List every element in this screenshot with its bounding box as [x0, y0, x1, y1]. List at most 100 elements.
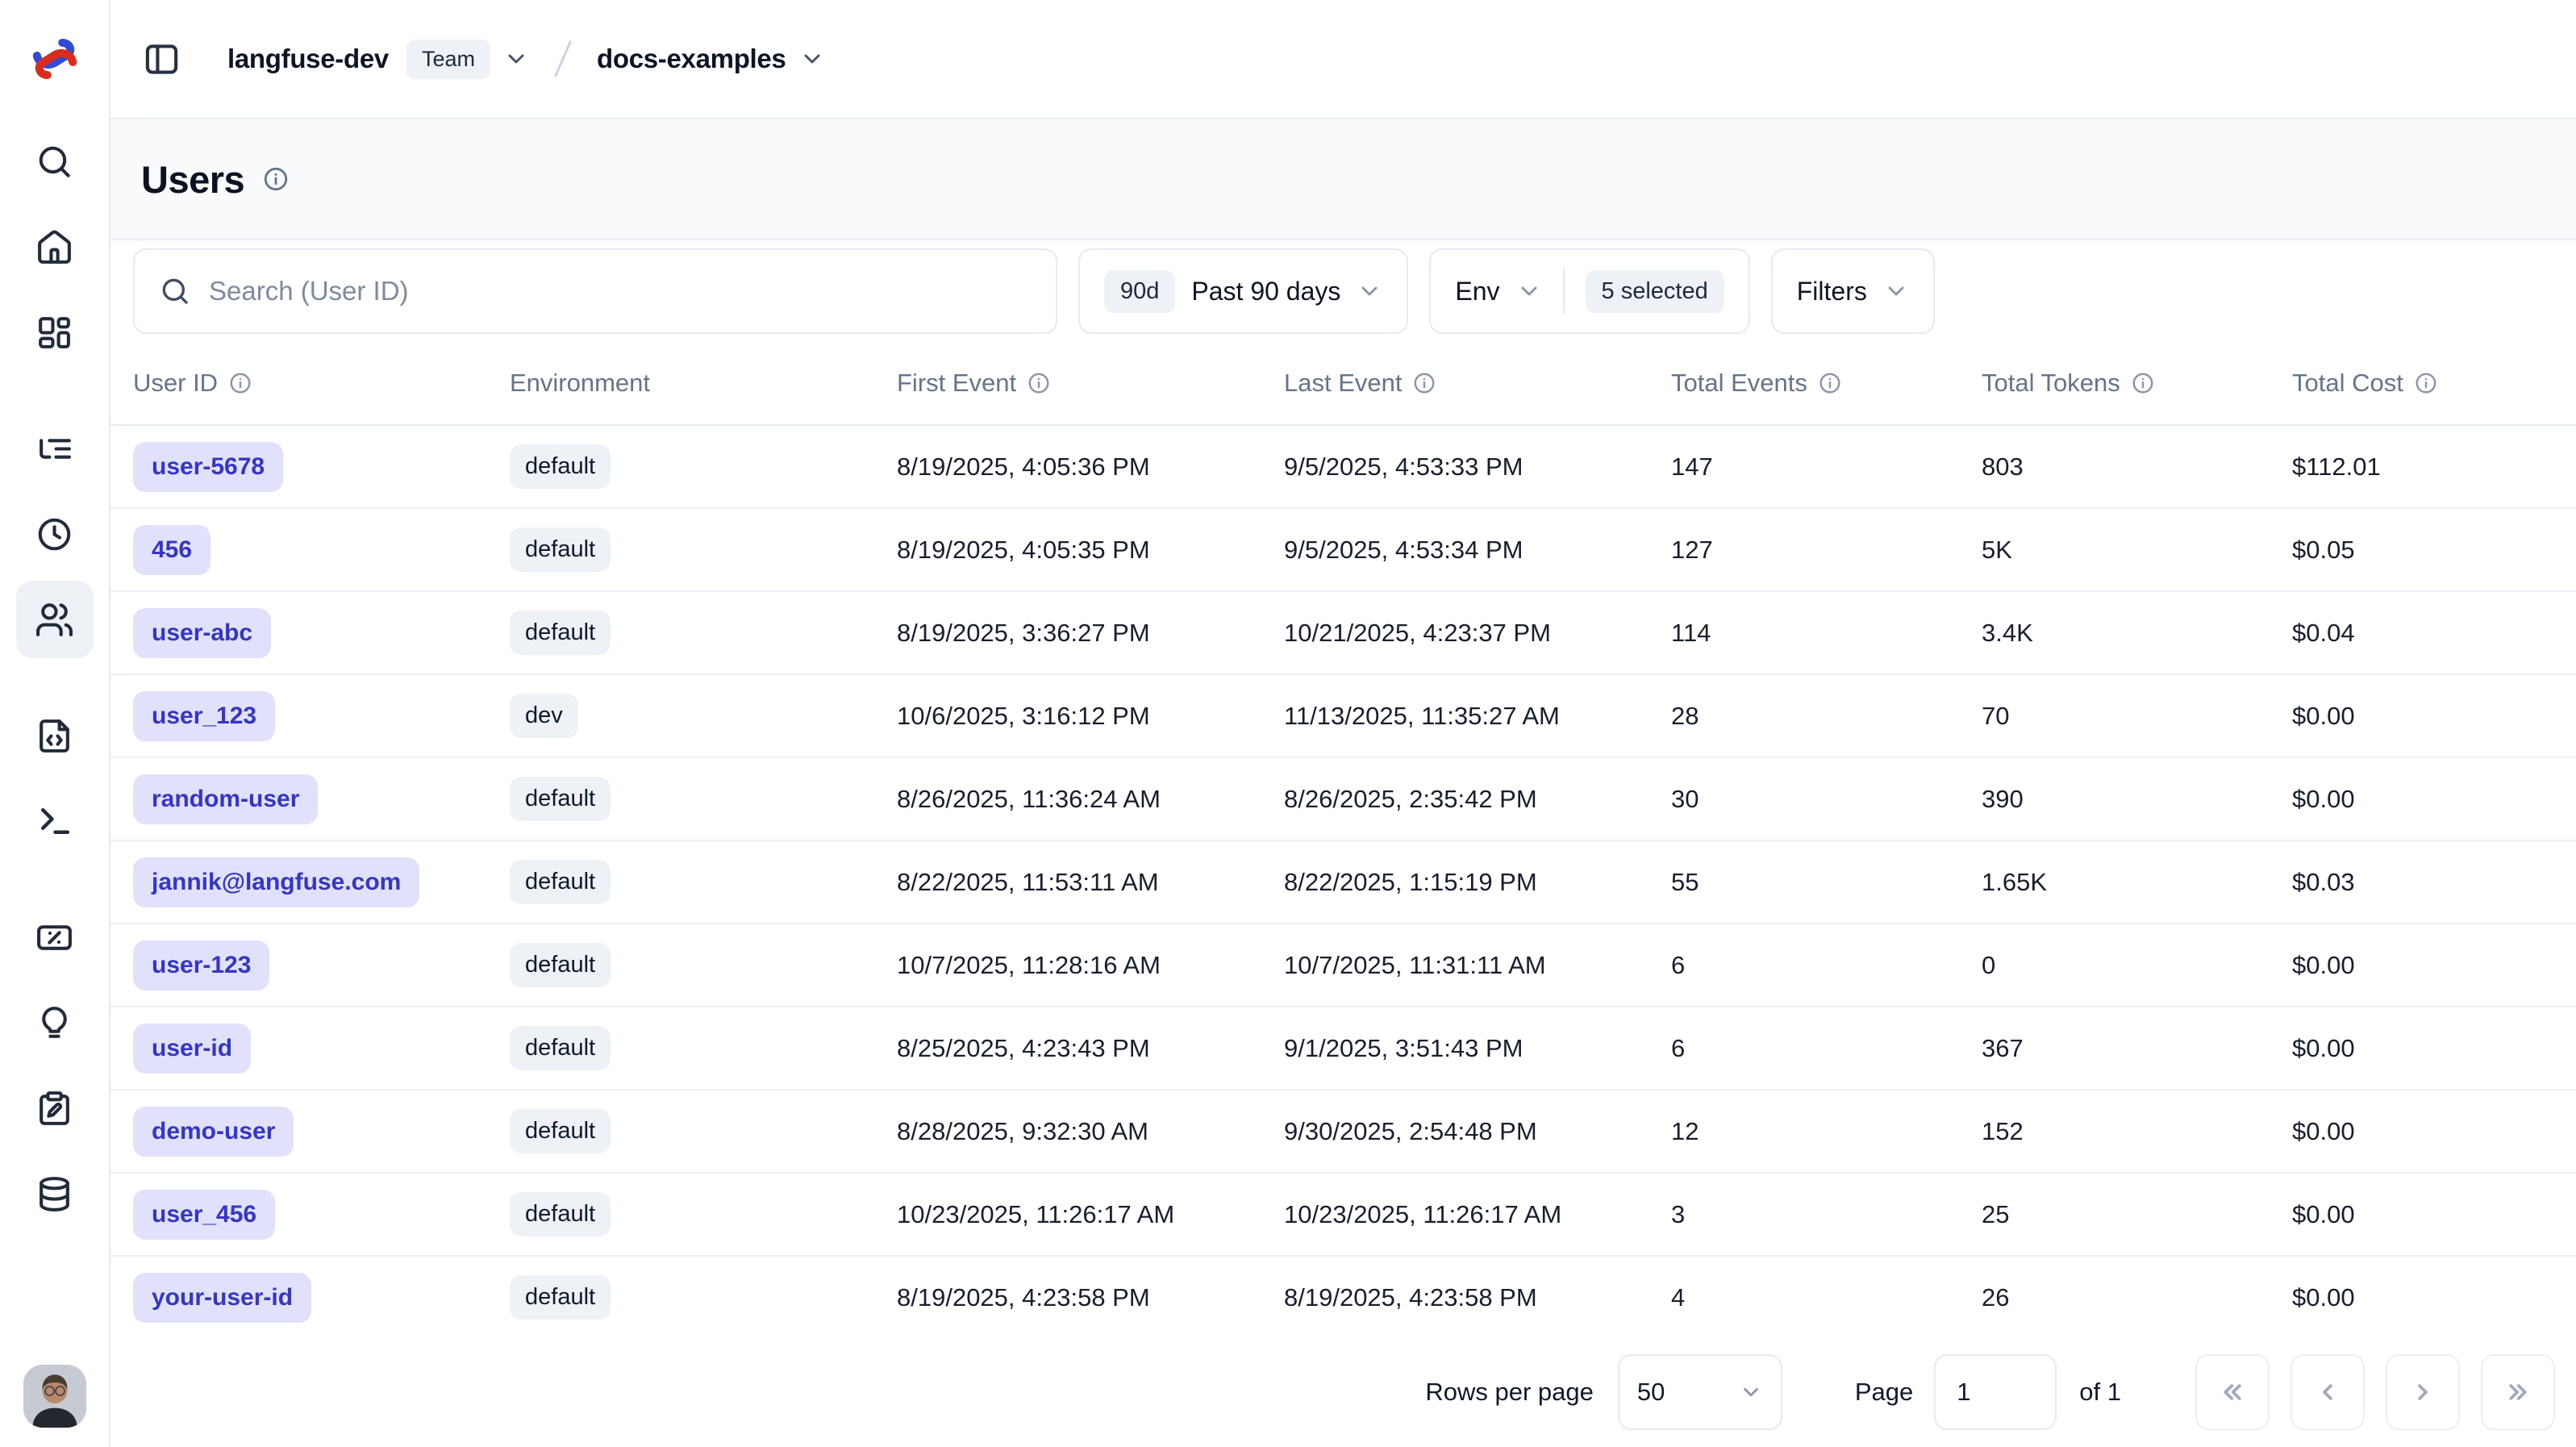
total-events-cell: 114 — [1671, 619, 1982, 648]
sidebar-item-sessions[interactable] — [16, 495, 94, 573]
column-header[interactable]: Total Tokens — [1982, 369, 2292, 398]
sidebar-toggle-button[interactable] — [143, 40, 181, 78]
table-header-row: User ID Environment First Event Last Eve… — [110, 342, 2576, 426]
first-event-cell: 8/19/2025, 3:36:27 PM — [897, 619, 1284, 648]
table-row[interactable]: random-user default 8/26/2025, 11:36:24 … — [110, 758, 2576, 841]
breadcrumb-project-name[interactable]: docs-examples — [597, 44, 786, 74]
first-event-cell: 10/6/2025, 3:16:12 PM — [897, 702, 1284, 731]
environment-badge: default — [510, 860, 611, 904]
user-id-badge[interactable]: user-5678 — [133, 442, 283, 492]
total-events-cell: 55 — [1671, 868, 1982, 897]
table-row[interactable]: user_123 dev 10/6/2025, 3:16:12 PM 11/13… — [110, 675, 2576, 758]
next-page-button[interactable] — [2386, 1354, 2460, 1430]
total-events-cell: 12 — [1671, 1117, 1982, 1146]
user-id-badge[interactable]: your-user-id — [133, 1273, 311, 1323]
sidebar-item-users[interactable] — [16, 581, 94, 658]
sidebar-item-scores[interactable] — [16, 899, 94, 976]
project-switcher-button[interactable] — [799, 46, 825, 72]
total-cost-cell: $0.00 — [2292, 785, 2576, 814]
sidebar-item-playground[interactable] — [16, 782, 94, 860]
terminal-icon — [35, 802, 74, 841]
user-id-badge[interactable]: 456 — [133, 525, 210, 575]
page-title: Users — [141, 157, 244, 202]
env-filter-button[interactable]: Env 5 selected — [1429, 248, 1749, 334]
table-row[interactable]: user_456 default 10/23/2025, 11:26:17 AM… — [110, 1174, 2576, 1257]
total-events-cell: 28 — [1671, 702, 1982, 731]
user-id-cell: demo-user — [133, 1107, 510, 1157]
table-row[interactable]: user-id default 8/25/2025, 4:23:43 PM 9/… — [110, 1007, 2576, 1090]
total-tokens-cell: 5K — [1982, 536, 2292, 565]
user-id-badge[interactable]: jannik@langfuse.com — [133, 857, 419, 907]
last-page-button[interactable] — [2481, 1354, 2555, 1430]
user-avatar[interactable] — [23, 1365, 86, 1428]
first-event-cell: 8/25/2025, 4:23:43 PM — [897, 1034, 1284, 1063]
table-row[interactable]: jannik@langfuse.com default 8/22/2025, 1… — [110, 841, 2576, 924]
sidebar-item-home[interactable] — [16, 208, 94, 286]
info-icon — [1818, 371, 1842, 395]
column-header[interactable]: Environment — [510, 369, 897, 398]
home-icon — [35, 227, 74, 267]
info-icon — [2131, 371, 2155, 395]
sidebar-item-datasets[interactable] — [16, 1155, 94, 1232]
breadcrumb-separator — [552, 38, 574, 80]
table-row[interactable]: user-5678 default 8/19/2025, 4:05:36 PM … — [110, 426, 2576, 509]
pagination-bar: Rows per page 50 Page of 1 — [110, 1337, 2576, 1447]
column-header[interactable]: User ID — [133, 369, 510, 398]
date-range-button[interactable]: 90d Past 90 days — [1078, 248, 1408, 334]
column-header-label: Environment — [510, 369, 650, 398]
total-events-cell: 4 — [1671, 1283, 1982, 1312]
user-id-badge[interactable]: user-123 — [133, 940, 269, 990]
column-header[interactable]: Total Cost — [2292, 369, 2576, 398]
environment-badge: default — [510, 528, 611, 572]
user-id-badge[interactable]: random-user — [133, 774, 318, 824]
sidebar-item-tracing[interactable] — [16, 410, 94, 487]
user-id-badge[interactable]: demo-user — [133, 1107, 294, 1157]
table-row[interactable]: your-user-id default 8/19/2025, 4:23:58 … — [110, 1257, 2576, 1337]
sidebar-item-insights[interactable] — [16, 984, 94, 1061]
column-header[interactable]: Last Event — [1284, 369, 1671, 398]
environment-badge: default — [510, 1026, 611, 1070]
user-id-cell: user-5678 — [133, 442, 510, 492]
user-id-badge[interactable]: user_456 — [133, 1190, 275, 1240]
total-events-cell: 6 — [1671, 951, 1982, 980]
org-switcher-button[interactable] — [503, 46, 529, 72]
user-id-cell: 456 — [133, 525, 510, 575]
previous-page-button[interactable] — [2290, 1354, 2365, 1430]
table-row[interactable]: user-abc default 8/19/2025, 3:36:27 PM 1… — [110, 592, 2576, 675]
total-cost-cell: $0.00 — [2292, 1034, 2576, 1063]
rows-per-page-select[interactable]: 50 — [1618, 1354, 1782, 1430]
langfuse-logo[interactable] — [0, 0, 109, 118]
user-id-badge[interactable]: user_123 — [133, 691, 275, 741]
user-id-cell: user_456 — [133, 1190, 510, 1240]
breadcrumb-org-name[interactable]: langfuse-dev — [227, 44, 389, 74]
column-header[interactable]: Total Events — [1671, 369, 1982, 398]
sidebar-item-search[interactable] — [16, 123, 94, 200]
search-input[interactable] — [209, 276, 1032, 306]
page-title-info-icon[interactable] — [262, 165, 290, 193]
total-tokens-cell: 3.4K — [1982, 619, 2292, 648]
total-events-cell: 3 — [1671, 1200, 1982, 1229]
pagination-buttons — [2195, 1354, 2555, 1430]
page-number-input[interactable] — [1934, 1354, 2057, 1430]
database-icon — [35, 1174, 74, 1214]
sidebar-item-annotation[interactable] — [16, 1070, 94, 1147]
sidebar-item-dashboards[interactable] — [16, 294, 94, 371]
user-id-badge[interactable]: user-id — [133, 1024, 251, 1074]
chevron-right-icon — [2407, 1377, 2438, 1407]
app-root: langfuse-dev Team docs-examples Users — [0, 0, 2576, 1447]
total-cost-cell: $0.00 — [2292, 702, 2576, 731]
first-event-cell: 10/7/2025, 11:28:16 AM — [897, 951, 1284, 980]
filters-button[interactable]: Filters — [1771, 248, 1935, 334]
first-page-button[interactable] — [2195, 1354, 2270, 1430]
last-event-cell: 10/21/2025, 4:23:37 PM — [1284, 619, 1671, 648]
total-tokens-cell: 1.65K — [1982, 868, 2292, 897]
sidebar-item-prompts[interactable] — [16, 697, 94, 774]
table-row[interactable]: demo-user default 8/28/2025, 9:32:30 AM … — [110, 1090, 2576, 1174]
table-row[interactable]: 456 default 8/19/2025, 4:05:35 PM 9/5/20… — [110, 509, 2576, 592]
total-events-cell: 127 — [1671, 536, 1982, 565]
user-id-badge[interactable]: user-abc — [133, 608, 271, 658]
last-event-cell: 10/7/2025, 11:31:11 AM — [1284, 951, 1671, 980]
table-row[interactable]: user-123 default 10/7/2025, 11:28:16 AM … — [110, 924, 2576, 1007]
last-event-cell: 10/23/2025, 11:26:17 AM — [1284, 1200, 1671, 1229]
column-header[interactable]: First Event — [897, 369, 1284, 398]
